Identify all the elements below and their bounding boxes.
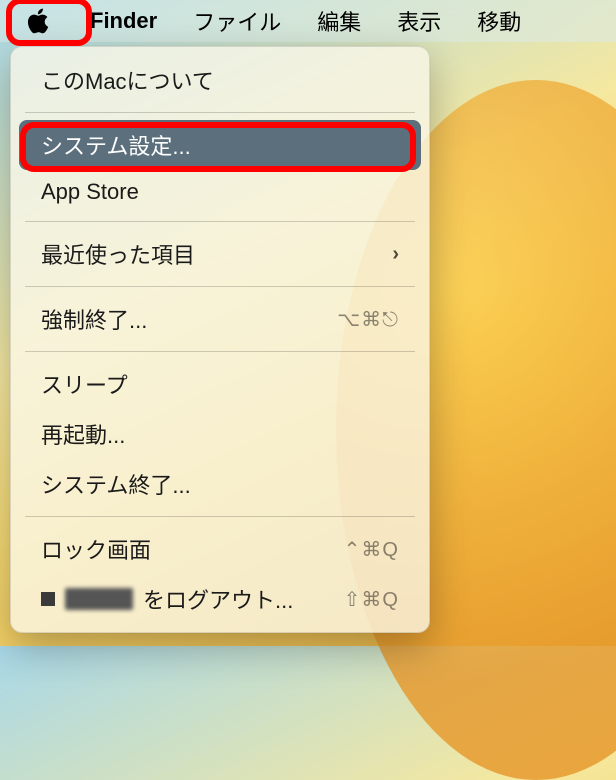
menu-item-app-store[interactable]: App Store <box>19 170 421 214</box>
menu-item-recent-items[interactable]: 最近使った項目 › <box>19 229 421 279</box>
menubar-item-file[interactable]: ファイル <box>175 0 299 42</box>
menubar-app-name[interactable]: Finder <box>72 0 175 42</box>
menubar-item-go[interactable]: 移動 <box>459 0 539 42</box>
menu-item-about-mac[interactable]: このMacについて <box>19 55 421 105</box>
menu-item-system-settings[interactable]: システム設定... <box>19 120 421 170</box>
menu-shortcut: ⌥⌘⎋ <box>337 307 399 332</box>
menu-separator <box>25 351 415 352</box>
redacted-username <box>65 588 133 610</box>
menu-item-logout[interactable]: をログアウト... ⇧⌘Q <box>19 574 421 624</box>
menu-item-lock-screen[interactable]: ロック画面 ⌃⌘Q <box>19 524 421 574</box>
menu-label: 再起動... <box>41 418 125 450</box>
menubar: Finder ファイル 編集 表示 移動 <box>0 0 616 42</box>
menu-item-restart[interactable]: 再起動... <box>19 409 421 459</box>
menu-separator <box>25 286 415 287</box>
menu-label: 最近使った項目 <box>41 238 195 270</box>
user-avatar-icon <box>41 592 55 606</box>
menubar-item-view[interactable]: 表示 <box>379 0 459 42</box>
menu-label: システム設定... <box>41 129 191 161</box>
menu-label: スリープ <box>41 368 128 400</box>
apple-menu-dropdown: このMacについて システム設定... App Store 最近使った項目 › … <box>10 46 430 633</box>
chevron-right-icon: › <box>392 243 399 266</box>
menu-label: このMacについて <box>41 64 214 96</box>
menu-item-shutdown[interactable]: システム終了... <box>19 459 421 509</box>
menu-label: をログアウト... <box>41 583 293 615</box>
menu-shortcut: ⇧⌘Q <box>344 587 399 612</box>
menu-separator <box>25 221 415 222</box>
menu-item-force-quit[interactable]: 強制終了... ⌥⌘⎋ <box>19 294 421 344</box>
menu-label: App Store <box>41 179 139 205</box>
menu-item-sleep[interactable]: スリープ <box>19 359 421 409</box>
menu-label: システム終了... <box>41 468 191 500</box>
apple-logo-icon <box>26 7 50 35</box>
menu-separator <box>25 112 415 113</box>
menu-separator <box>25 516 415 517</box>
menubar-item-edit[interactable]: 編集 <box>299 0 379 42</box>
menu-label: ロック画面 <box>41 533 151 565</box>
apple-menu-button[interactable] <box>4 0 72 42</box>
menu-label: 強制終了... <box>41 303 147 335</box>
menu-shortcut: ⌃⌘Q <box>344 537 399 562</box>
logout-suffix: をログアウト... <box>143 583 293 615</box>
